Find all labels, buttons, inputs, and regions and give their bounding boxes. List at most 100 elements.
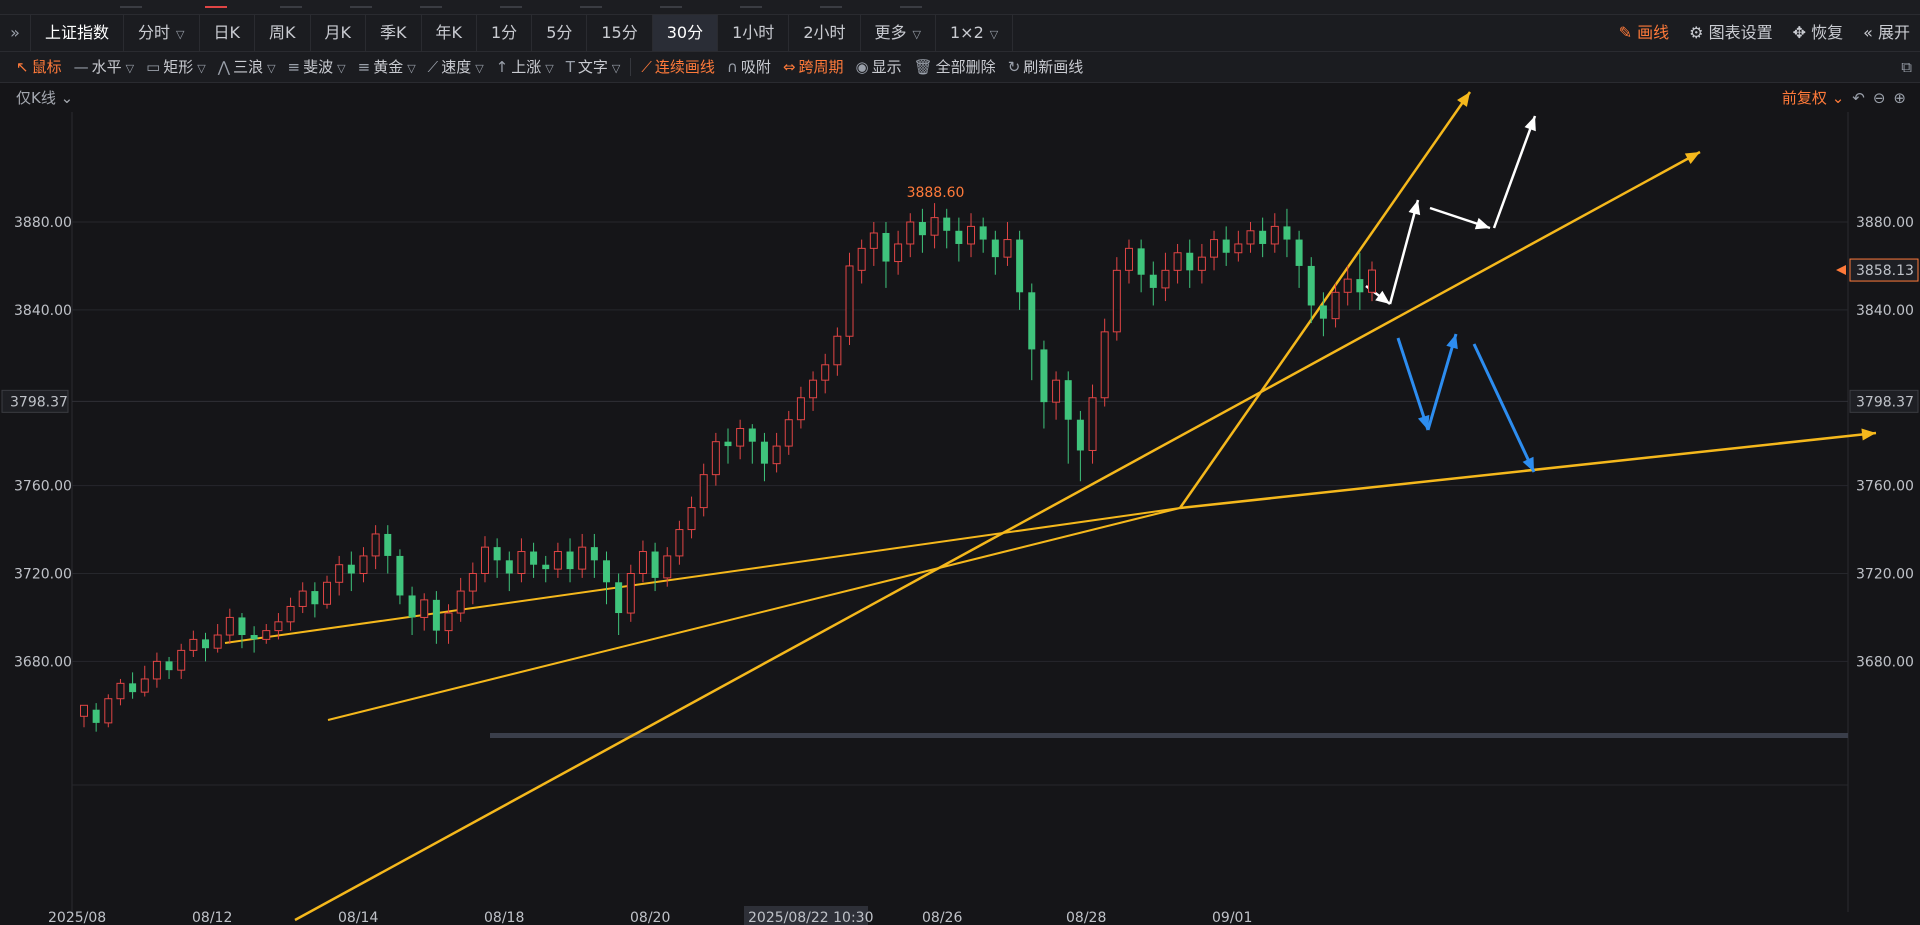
candle bbox=[1040, 340, 1048, 429]
candle bbox=[202, 632, 210, 662]
candle-body bbox=[906, 221, 915, 245]
candle-body bbox=[80, 704, 88, 717]
candle bbox=[991, 230, 999, 275]
candle-body bbox=[213, 634, 222, 649]
candle bbox=[432, 591, 440, 644]
candle-body bbox=[1003, 239, 1012, 258]
candle bbox=[578, 533, 587, 578]
candle-body bbox=[748, 428, 756, 442]
candle-body bbox=[92, 709, 100, 723]
candle-body bbox=[140, 678, 149, 693]
white-arrow-4 bbox=[1492, 115, 1537, 229]
channel-upper-extension bbox=[327, 507, 1181, 721]
candle-body bbox=[493, 547, 501, 561]
candle-body bbox=[1064, 380, 1072, 420]
candle-body bbox=[638, 551, 647, 574]
candle bbox=[711, 432, 720, 486]
candle-body bbox=[663, 555, 672, 579]
candle bbox=[323, 575, 332, 609]
candle bbox=[821, 353, 830, 394]
candle-body bbox=[1076, 419, 1084, 451]
candle-body bbox=[1210, 239, 1219, 258]
candle-body bbox=[1331, 291, 1340, 320]
blue-arrow-1 bbox=[1396, 337, 1430, 431]
candle bbox=[967, 213, 976, 258]
candle bbox=[262, 624, 271, 644]
candle-body bbox=[505, 560, 513, 574]
channel-lower bbox=[294, 150, 1701, 922]
candle bbox=[505, 551, 513, 592]
candle-body bbox=[238, 617, 246, 636]
crosshair-price-right: 3798.37 bbox=[1856, 394, 1914, 410]
candle-body bbox=[274, 621, 283, 632]
candle-body bbox=[1246, 230, 1255, 245]
candle bbox=[298, 582, 307, 614]
candle-body bbox=[967, 225, 976, 245]
candle-body bbox=[1368, 269, 1376, 293]
candle-body bbox=[553, 551, 562, 570]
x-axis-label: 09/01 bbox=[1212, 910, 1252, 925]
candle bbox=[638, 540, 647, 583]
candle-body bbox=[602, 560, 610, 583]
candle bbox=[1161, 252, 1170, 302]
candle-body bbox=[1028, 292, 1036, 350]
candle bbox=[1137, 239, 1145, 293]
candle-body bbox=[202, 639, 210, 649]
candle-body bbox=[578, 546, 587, 570]
candle-body bbox=[615, 582, 623, 614]
candle bbox=[225, 608, 234, 644]
candle-body bbox=[396, 555, 404, 596]
white-arrow-4-head bbox=[1524, 116, 1536, 132]
y-axis-label-left: 3880.00 bbox=[14, 215, 72, 231]
candle bbox=[517, 538, 526, 583]
candle bbox=[1186, 239, 1194, 288]
candle bbox=[724, 428, 732, 464]
candle bbox=[104, 694, 113, 728]
candle-body bbox=[542, 564, 550, 570]
candle bbox=[930, 203, 939, 249]
candle-body bbox=[468, 573, 477, 592]
candle bbox=[1307, 257, 1315, 324]
candle bbox=[1016, 230, 1024, 310]
candle-body bbox=[323, 581, 332, 605]
y-axis-label-left: 3720.00 bbox=[14, 567, 72, 583]
candle bbox=[213, 624, 222, 653]
candle-body bbox=[1149, 274, 1157, 288]
candle bbox=[542, 555, 550, 583]
high-price-label: 3888.60 bbox=[907, 185, 965, 201]
candle bbox=[250, 626, 258, 653]
candle bbox=[736, 419, 745, 460]
candle-body bbox=[1197, 256, 1206, 271]
candle-body bbox=[298, 590, 307, 607]
candle-body bbox=[1234, 243, 1243, 254]
candle-body bbox=[530, 551, 538, 565]
axes: 3880.00 3880.00 3840.00 3840.00 3760.00 3760.… bbox=[1, 215, 1919, 925]
candle-body bbox=[116, 682, 125, 700]
candle bbox=[1100, 318, 1109, 407]
trend-line-long-head bbox=[1861, 428, 1876, 441]
candle-body bbox=[651, 551, 659, 578]
y-axis-label-right: 3880.00 bbox=[1856, 215, 1914, 231]
candle-body bbox=[699, 474, 708, 509]
candle bbox=[626, 564, 635, 622]
y-axis-label-left: 3680.00 bbox=[14, 654, 72, 670]
candle-body bbox=[991, 239, 999, 258]
x-axis-label: 08/14 bbox=[338, 910, 378, 925]
support-band bbox=[490, 733, 1848, 738]
candle-body bbox=[833, 335, 842, 366]
candle bbox=[238, 613, 246, 649]
candle-body bbox=[311, 591, 319, 605]
candle bbox=[420, 593, 429, 631]
candle-body bbox=[359, 555, 368, 574]
candle bbox=[979, 217, 987, 253]
candle bbox=[530, 542, 538, 578]
candle bbox=[1283, 208, 1291, 258]
candle bbox=[882, 222, 890, 288]
candle-body bbox=[1356, 279, 1364, 293]
candlestick-chart[interactable]: 3888.60 3880.00 3880.00 3840.00 3840.00 3760… bbox=[0, 0, 1920, 925]
candle bbox=[468, 562, 477, 605]
candle bbox=[189, 630, 198, 657]
candle bbox=[784, 410, 793, 455]
candle bbox=[129, 672, 137, 699]
candle-body bbox=[250, 635, 258, 640]
